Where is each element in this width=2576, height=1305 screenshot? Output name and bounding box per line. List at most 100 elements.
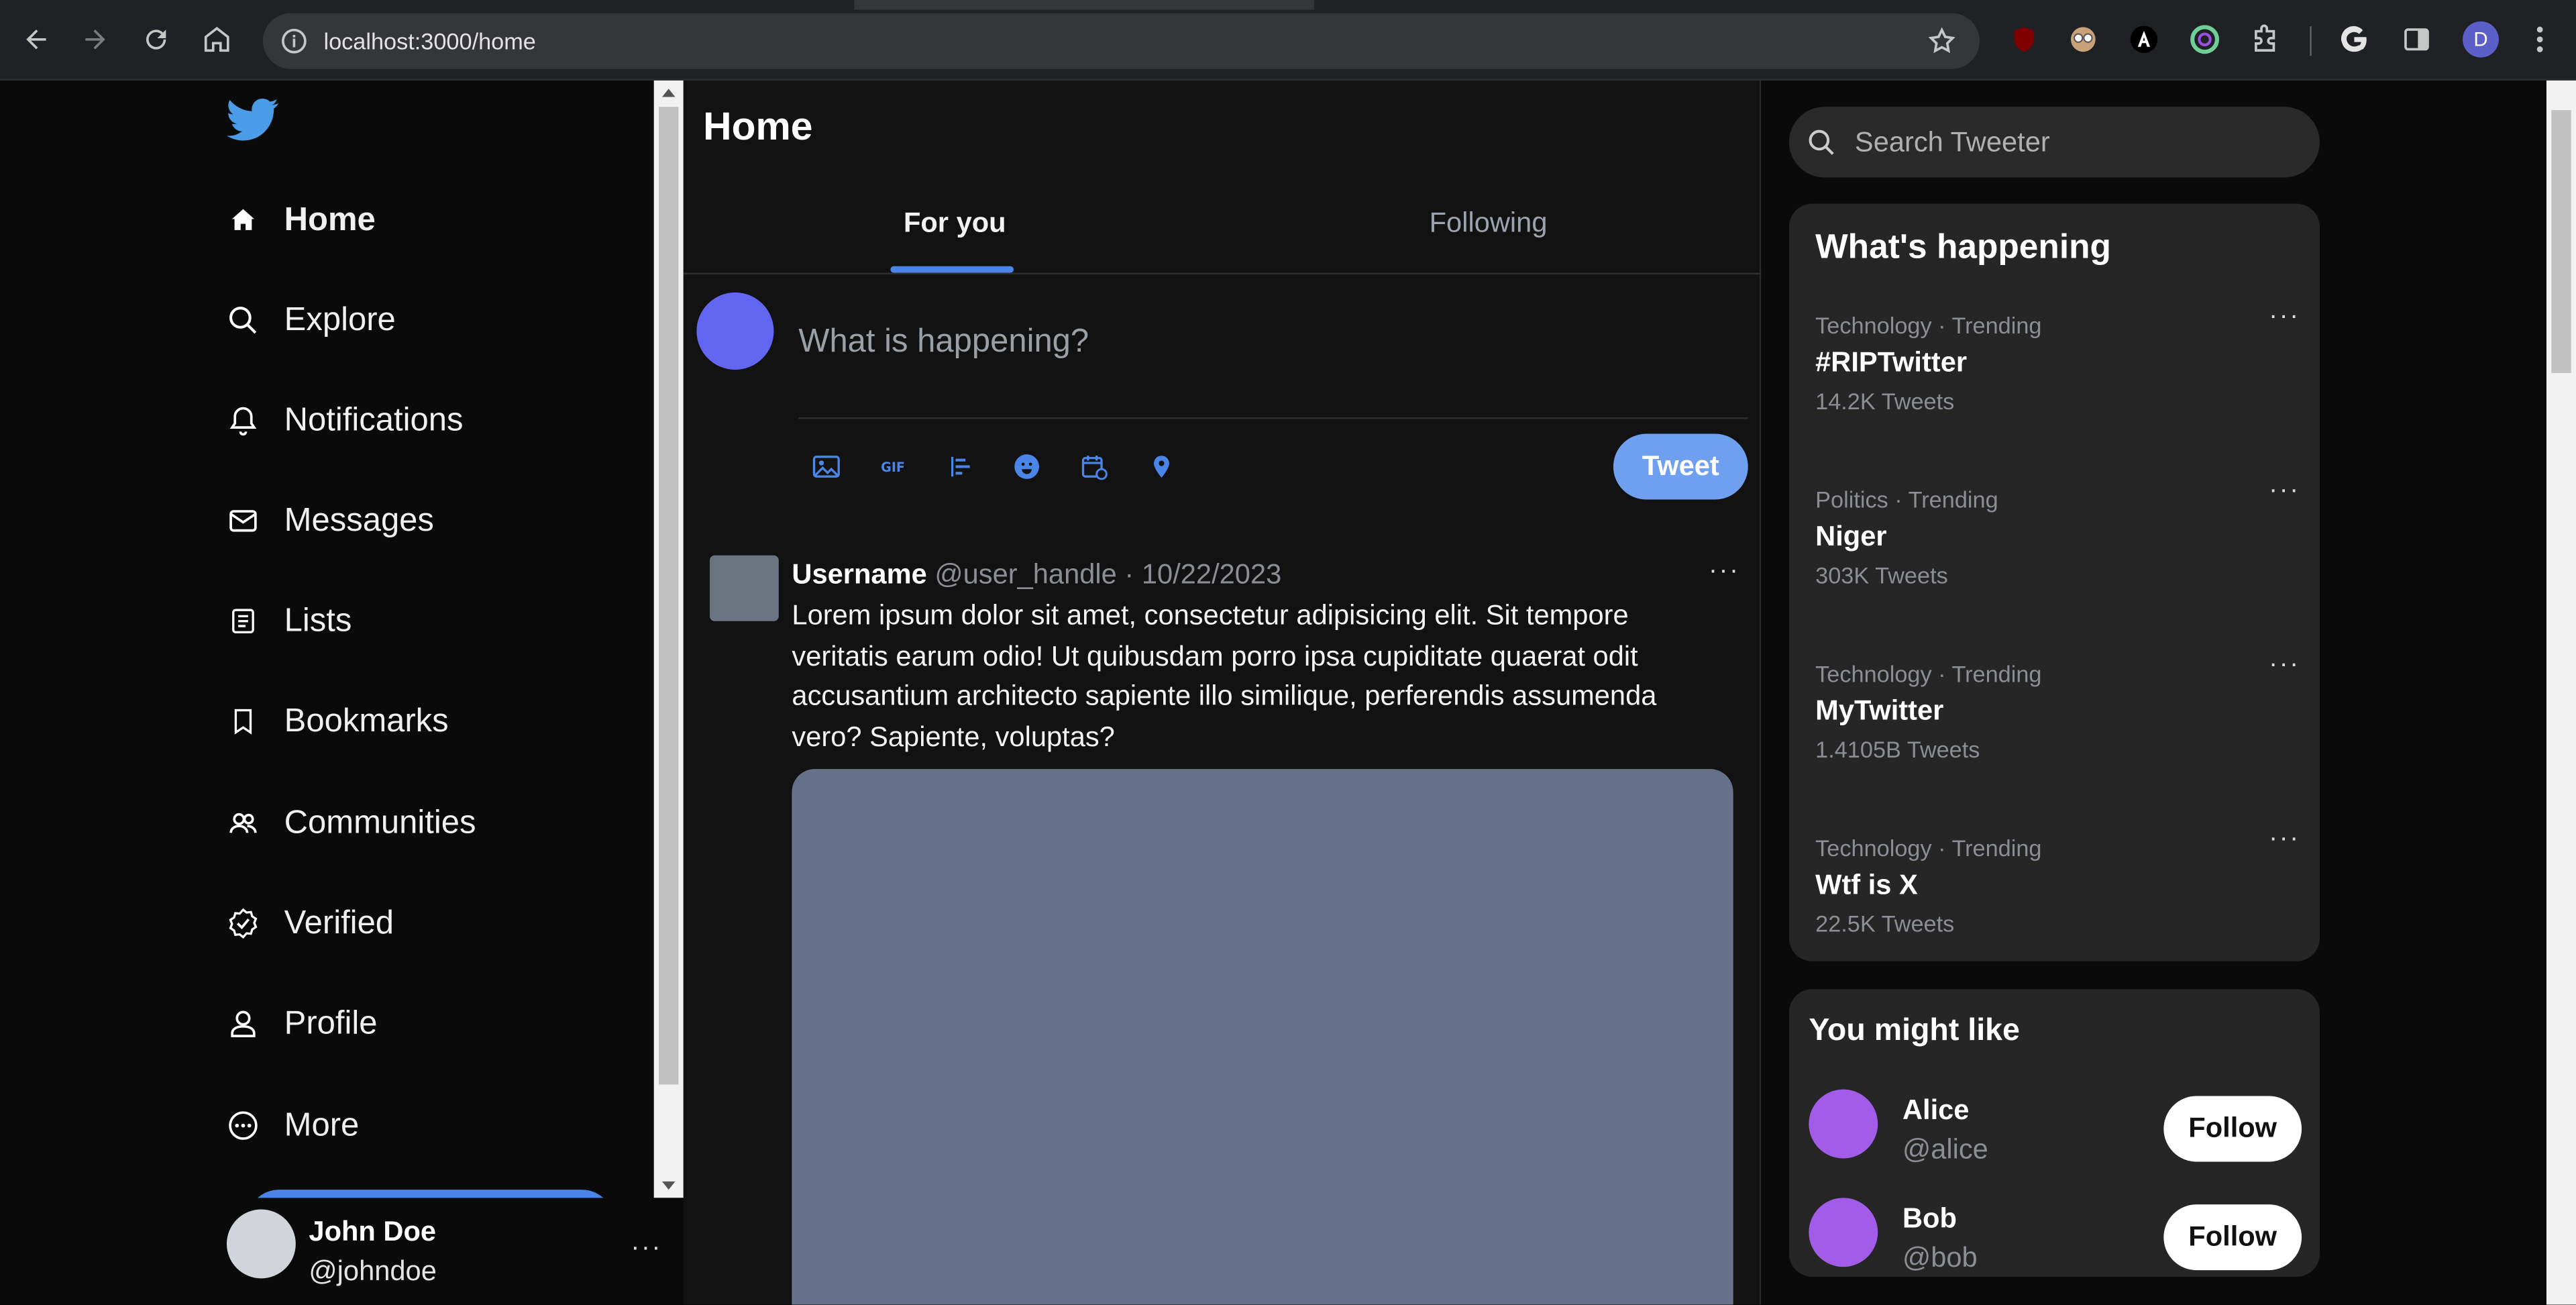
address-bar[interactable]: localhost:3000/home <box>262 13 1980 69</box>
reload-icon[interactable] <box>136 19 176 59</box>
active-tab-indicator <box>890 266 1014 273</box>
suggestion-item: Alice @alice Follow <box>1809 1089 2302 1175</box>
nav-bookmarks[interactable]: Bookmarks <box>227 695 449 747</box>
trend-item[interactable]: Technology · Trending #RIPTwitter 14.2K … <box>1815 303 2308 415</box>
forward-icon[interactable] <box>76 19 115 59</box>
account-name: John Doe <box>309 1216 437 1247</box>
nav-label: Home <box>284 201 376 238</box>
profile-avatar[interactable]: D <box>2463 21 2499 58</box>
scrollbar-thumb[interactable] <box>2551 110 2571 373</box>
nav-label: Communities <box>284 804 476 841</box>
trend-menu-icon[interactable]: ··· <box>2269 476 2300 506</box>
suggestion-handle: @alice <box>1902 1133 1988 1165</box>
trend-meta: Technology · Trending <box>1815 312 2042 339</box>
browser-toolbar: localhost:3000/home D <box>0 0 2576 81</box>
nav-more[interactable]: More <box>227 1099 359 1151</box>
post-avatar[interactable] <box>709 555 779 621</box>
trend-count: 14.2K Tweets <box>1815 387 1955 415</box>
emoji-icon[interactable] <box>1010 450 1043 483</box>
trend-count: 1.4105B Tweets <box>1815 736 1980 763</box>
ublock-extension-icon[interactable] <box>2008 23 2041 56</box>
search-input[interactable] <box>1854 107 2299 178</box>
post-handle[interactable]: @user_handle <box>934 559 1116 590</box>
post-username[interactable]: Username <box>792 559 926 590</box>
page: localhost:3000/home D Home Explore Notif… <box>0 0 2576 1305</box>
mail-icon <box>227 505 260 537</box>
scrollbar-thumb[interactable] <box>659 107 679 1085</box>
nav-home[interactable]: Home <box>227 194 376 246</box>
suggestion-item: Bob @bob Follow <box>1809 1198 2302 1283</box>
avatar[interactable] <box>1809 1089 1878 1159</box>
post-media[interactable] <box>792 769 1733 1305</box>
extension-ring-icon[interactable] <box>2188 23 2221 56</box>
suggestion-name[interactable]: Alice <box>1902 1094 1970 1127</box>
back-icon[interactable] <box>16 19 56 59</box>
trend-count: 22.5K Tweets <box>1815 910 1955 937</box>
twitter-logo-icon[interactable] <box>226 97 279 143</box>
extension-a-icon[interactable] <box>2127 23 2160 56</box>
nav-messages[interactable]: Messages <box>227 494 434 547</box>
site-info-icon[interactable] <box>279 26 309 56</box>
tab-strip <box>0 0 2576 10</box>
browser-menu-icon[interactable] <box>2524 23 2557 56</box>
verified-icon <box>227 907 260 940</box>
trend-menu-icon[interactable]: ··· <box>2269 825 2300 854</box>
extension-face-icon[interactable] <box>2067 23 2100 56</box>
trend-meta: Technology · Trending <box>1815 835 2042 862</box>
tweet-button[interactable]: Tweet <box>1613 433 1748 500</box>
search-box[interactable] <box>1788 107 2320 178</box>
home-browser-icon[interactable] <box>197 19 237 59</box>
suggestion-handle: @bob <box>1902 1242 1978 1273</box>
trend-name: #RIPTwitter <box>1815 346 1968 378</box>
follow-button[interactable]: Follow <box>2163 1204 2302 1271</box>
avatar[interactable] <box>1809 1198 1878 1267</box>
divider <box>683 272 1762 274</box>
list-icon <box>227 605 260 637</box>
post-text: Lorem ipsum dolor sit amet, consectetur … <box>792 599 1657 752</box>
trend-item[interactable]: Politics · Trending Niger 303K Tweets ··… <box>1815 476 2308 588</box>
scroll-up-arrow-icon[interactable] <box>661 89 676 97</box>
side-panel-icon[interactable] <box>2400 23 2433 56</box>
schedule-icon[interactable] <box>1078 450 1111 483</box>
scroll-down-arrow-icon[interactable] <box>661 1181 676 1190</box>
panel-title: You might like <box>1809 1014 2020 1049</box>
bookmark-star-icon[interactable] <box>1927 26 1957 56</box>
trend-item[interactable]: Technology · Trending Wtf is X 22.5K Twe… <box>1815 825 2308 937</box>
gif-icon[interactable]: GIF <box>877 450 910 483</box>
compose-input[interactable]: What is happening? <box>798 323 1089 361</box>
nav-lists[interactable]: Lists <box>227 595 352 647</box>
suggestion-name[interactable]: Bob <box>1902 1203 1957 1236</box>
separator: · <box>1124 558 1134 590</box>
trend-menu-icon[interactable]: ··· <box>2269 651 2300 680</box>
follow-button[interactable]: Follow <box>2163 1096 2302 1162</box>
active-tab[interactable] <box>854 0 1315 10</box>
poll-icon[interactable] <box>945 450 977 483</box>
image-icon[interactable] <box>810 450 843 483</box>
extensions-puzzle-icon[interactable] <box>2249 23 2282 56</box>
trend-item[interactable]: Technology · Trending MyTwitter 1.4105B … <box>1815 651 2308 763</box>
nav-label: Verified <box>284 904 394 941</box>
nav-verified[interactable]: Verified <box>227 897 394 949</box>
location-icon[interactable] <box>1145 450 1178 483</box>
post-date[interactable]: 10/22/2023 <box>1142 559 1281 590</box>
google-icon[interactable] <box>2338 23 2371 56</box>
nav-communities[interactable]: Communities <box>227 797 476 849</box>
nav-notifications[interactable]: Notifications <box>227 395 463 447</box>
nav-label: Messages <box>284 502 434 539</box>
url-text[interactable]: localhost:3000/home <box>323 28 535 54</box>
search-icon <box>227 304 260 337</box>
account-menu-icon[interactable]: ··· <box>631 1234 661 1263</box>
trend-menu-icon[interactable]: ··· <box>2269 303 2300 332</box>
account-switcher[interactable]: John Doe @johndoe ··· <box>0 1198 684 1305</box>
nav-profile[interactable]: Profile <box>227 998 378 1050</box>
main-feed: Home For you Following What is happening… <box>683 81 1762 1305</box>
sidebar-scrollbar[interactable] <box>653 81 684 1198</box>
tab-for-you[interactable]: For you <box>904 207 1006 240</box>
app: Home Explore Notifications Messages List… <box>0 81 2546 1305</box>
page-scrollbar[interactable] <box>2546 81 2576 1305</box>
panel-title: What's happening <box>1815 228 2111 266</box>
nav-explore[interactable]: Explore <box>227 294 396 346</box>
tab-following[interactable]: Following <box>1430 207 1548 240</box>
post-menu-icon[interactable]: ··· <box>1709 557 1739 586</box>
toolbar-divider <box>2310 26 2312 56</box>
